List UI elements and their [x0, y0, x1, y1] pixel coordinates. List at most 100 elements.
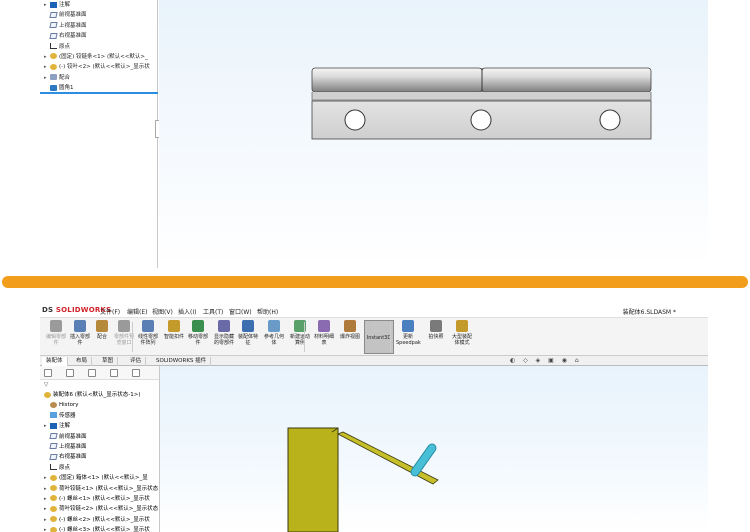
expand-arrow-icon[interactable]: ▸ — [44, 484, 50, 494]
tree-item[interactable]: 上视基准面 — [40, 442, 159, 452]
ribbon-tab[interactable]: 评估 — [126, 357, 147, 366]
ribbon-button[interactable]: 装配体特征 — [236, 320, 260, 354]
ribbon-button[interactable]: 更新 Speedpak — [396, 320, 421, 354]
part-icon — [50, 516, 57, 523]
ribbon-tab[interactable]: 布局 — [72, 357, 93, 366]
ribbon-button[interactable]: 线性零部件阵列 — [136, 320, 160, 354]
tree-item[interactable]: 上视基准面 — [40, 21, 157, 31]
plane-icon — [49, 453, 58, 460]
ribbon-button-label: 插入零部件 — [69, 334, 90, 346]
tree-item[interactable]: 原点 — [40, 42, 157, 52]
filter-row[interactable]: ▽ — [40, 380, 159, 390]
ribbon-button-icon — [344, 320, 356, 332]
ribbon-button-label: 显示隐藏的零部件 — [213, 334, 234, 346]
graphics-area-bottom[interactable] — [160, 366, 708, 532]
ribbon-tab[interactable]: SOLIDWORKS 插件 — [152, 357, 212, 366]
ribbon-button[interactable]: 大型装配体模式 — [450, 320, 474, 354]
expand-arrow-icon[interactable]: ▸ — [44, 515, 50, 525]
ribbon-button-label: 智能扣件 — [163, 334, 184, 340]
ribbon-button[interactable]: 编辑零部件 — [44, 320, 68, 354]
ribbon-button[interactable]: 插入零部件 — [68, 320, 92, 354]
tree-item[interactable]: ▸ 配合 — [40, 73, 157, 83]
tree-item[interactable]: ▸ (固定) 铰链条<1> (默认<<默认>_ — [40, 52, 157, 62]
ribbon-button-label: 更新 Speedpak — [396, 334, 421, 346]
tree-item[interactable]: ▸ (-) 螺丝<3> (默认<<默认>_显示状 — [40, 525, 159, 532]
tree-item-label: (-) 螺丝<1> (默认<<默认>_显示状 — [59, 495, 150, 502]
tree-item[interactable]: 原点 — [40, 463, 159, 473]
origin-icon — [50, 464, 57, 471]
ribbon-button-label: 参考几何体 — [263, 334, 284, 346]
ribbon-button[interactable]: 材料明细表 — [312, 320, 336, 354]
tree-item[interactable]: ▸ 荷叶铰链<2> (默认<<默认>_显示状态 — [40, 504, 159, 514]
ribbon-button[interactable]: 显示隐藏的零部件 — [212, 320, 236, 354]
ribbon-button[interactable]: 爆炸视图 — [338, 320, 362, 354]
ribbon-button-icon — [50, 320, 62, 332]
tree-item-label: 上视基准面 — [59, 443, 87, 450]
tree-root[interactable]: 装配体6 (默认<默认_显示状态-1>) — [40, 390, 159, 400]
menu-item[interactable]: 插入(I) — [178, 307, 196, 316]
menu-item[interactable]: 工具(T) — [203, 307, 223, 316]
tree-item[interactable]: 前视基准面 — [40, 10, 157, 20]
ribbon-button[interactable]: 参考几何体 — [262, 320, 286, 354]
bottom-screenshot-panel: DS SOLIDWORKS 文件(F) 编辑(E) 视图(V) 插入(I) 工具(T) 窗… — [40, 304, 708, 532]
menu-item[interactable]: 文件(F) — [100, 307, 120, 316]
part-icon — [50, 474, 57, 481]
tree-item[interactable]: 前视基准面 — [40, 432, 159, 442]
screw-hole — [470, 109, 492, 131]
ribbon-button[interactable]: 智能扣件 — [162, 320, 186, 354]
tree-item[interactable]: ▸ (固定) 箱体<1> (默认<<默认>_显 — [40, 473, 159, 483]
tree-tool-tabs — [40, 366, 159, 380]
expand-arrow-icon[interactable]: ▸ — [44, 52, 50, 62]
ribbon-button-icon — [218, 320, 230, 332]
ribbon-button-icon — [74, 320, 86, 332]
part-icon — [50, 495, 57, 502]
menu-item[interactable]: 窗口(W) — [229, 307, 252, 316]
ribbon-tab[interactable]: 装配体 — [42, 357, 68, 366]
hinge-drawing — [311, 67, 652, 140]
tree-item-label: 右视基准面 — [59, 454, 87, 461]
ribbon-separator — [304, 322, 305, 352]
ribbon-button-label: 大型装配体模式 — [451, 334, 472, 346]
ribbon-button-label: 移动零部件 — [187, 334, 208, 346]
tree-item-label: 注解 — [59, 423, 71, 430]
tree-item-label: History — [59, 402, 79, 409]
property-manager-tab-icon[interactable] — [66, 369, 74, 377]
tree-item[interactable]: ▸ (-) 螺丝<1> (默认<<默认>_显示状 — [40, 494, 159, 504]
tree-item-label: 原点 — [59, 43, 71, 50]
configuration-manager-tab-icon[interactable] — [88, 369, 96, 377]
ribbon-button[interactable]: 新建运动算例 — [288, 320, 312, 354]
menu-item[interactable]: 帮助(H) — [257, 307, 278, 316]
expand-arrow-icon[interactable]: ▸ — [44, 494, 50, 504]
ribbon-button-icon — [142, 320, 154, 332]
ribbon-button[interactable]: 拍快照 — [424, 320, 448, 354]
part-icon — [50, 485, 57, 492]
tree-item[interactable]: ▸ (-) 铰叶<2> (默认<<默认>_显示状 — [40, 62, 157, 72]
ribbon-button[interactable]: 移动零部件 — [186, 320, 210, 354]
filter-icon[interactable]: ▽ — [44, 382, 48, 388]
tree-item[interactable]: ▸ 注解 — [40, 421, 159, 431]
menu-item[interactable]: 编辑(E) — [127, 307, 147, 316]
ribbon-button[interactable]: 配合 — [90, 320, 114, 354]
graphics-area-top[interactable] — [159, 0, 708, 268]
tree-item[interactable]: 传感器 — [40, 411, 159, 421]
feature-manager-tab-icon[interactable] — [44, 369, 52, 377]
ribbon-button-icon — [242, 320, 254, 332]
tree-item[interactable]: ▸ 注解 — [40, 0, 157, 10]
tree-item[interactable]: History — [40, 400, 159, 410]
tree-item-label: (-) 铰叶<2> (默认<<默认>_显示状 — [59, 64, 150, 71]
ribbon-button-label: Instant3D — [366, 335, 392, 341]
menu-item[interactable]: 视图(V) — [152, 307, 173, 316]
tree-item[interactable]: ▸ 荷叶铰链<1> (默认<<默认>_显示状态 — [40, 484, 159, 494]
ribbon-button-label: 爆炸视图 — [339, 334, 360, 340]
ribbon-button-icon — [118, 320, 130, 332]
menu-bar: DS SOLIDWORKS 文件(F) 编辑(E) 视图(V) 插入(I) 工具(T) 窗… — [40, 304, 708, 318]
display-manager-tab-icon[interactable] — [132, 369, 140, 377]
tree-item[interactable]: ▸ (-) 螺丝<2> (默认<<默认>_显示状 — [40, 515, 159, 525]
tree-item[interactable]: 右视基准面 — [40, 31, 157, 41]
ribbon-tab[interactable]: 草图 — [98, 357, 119, 366]
heads-up-view-toolbar[interactable]: ◐ ◇ ◈ ▣ ◉ ⌂ — [510, 357, 582, 364]
part-icon — [50, 63, 57, 70]
tree-item[interactable]: 右视基准面 — [40, 452, 159, 462]
dimxpert-tab-icon[interactable] — [110, 369, 118, 377]
tree-item-label: 荷叶铰链<2> (默认<<默认>_显示状态 — [59, 506, 159, 513]
